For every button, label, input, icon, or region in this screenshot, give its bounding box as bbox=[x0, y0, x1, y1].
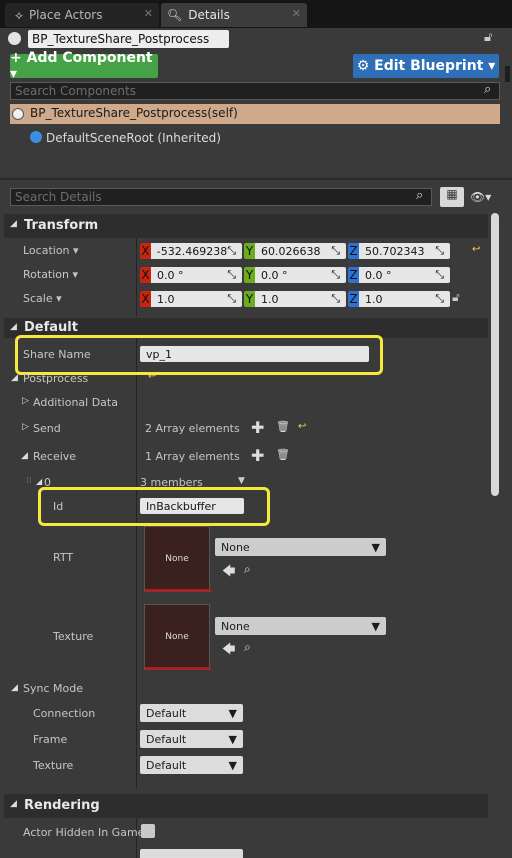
rtt-thumbnail[interactable]: None bbox=[144, 526, 211, 592]
share-name-label: Share Name bbox=[23, 348, 91, 361]
rtt-label: RTT bbox=[53, 551, 74, 564]
frame-label: Frame bbox=[33, 733, 68, 746]
browse-search-icon[interactable]: ⌕ bbox=[244, 562, 251, 577]
scale-label[interactable]: Scale ▾ bbox=[23, 292, 62, 305]
texture-label: Texture bbox=[53, 630, 94, 643]
trash-icon[interactable]: 🗑︎ bbox=[276, 420, 290, 433]
column-splitter[interactable] bbox=[136, 338, 137, 788]
chevron-down-icon: ◢ bbox=[10, 219, 17, 229]
scale-z-field[interactable]: Z 1.0 ⤡ bbox=[348, 291, 450, 307]
add-element-icon[interactable]: ✚ bbox=[251, 418, 264, 437]
lock-icon[interactable]: 🔓︎ bbox=[452, 290, 460, 305]
scale-x-field[interactable]: X 1.0 ⤡ bbox=[140, 291, 242, 307]
chevron-down-icon: ◢ bbox=[10, 322, 17, 332]
add-component-button[interactable]: + Add Component ▾ bbox=[10, 50, 158, 82]
chevron-right-icon[interactable]: ▷ bbox=[22, 422, 29, 432]
id-label: Id bbox=[53, 500, 64, 513]
trash-icon[interactable]: 🗑︎ bbox=[276, 448, 290, 461]
reset-to-default-icon[interactable]: ↩ bbox=[148, 371, 156, 382]
search-icon: 🔍︎ bbox=[167, 8, 183, 22]
texture-thumbnail[interactable]: None bbox=[144, 604, 211, 670]
details-panel bbox=[0, 28, 512, 858]
texture-sync-dropdown[interactable]: Default ▼ bbox=[140, 756, 243, 774]
connection-dropdown[interactable]: Default ▼ bbox=[140, 704, 243, 722]
property-matrix-icon[interactable]: ▦ bbox=[440, 187, 464, 207]
share-name-input[interactable]: vp_1 bbox=[140, 346, 369, 362]
rotation-y-field[interactable]: Y 0.0 ° ⤡ bbox=[244, 267, 346, 283]
drag-handle-icon[interactable]: ⁞⁞ bbox=[26, 476, 32, 486]
chevron-down-icon[interactable]: ◢ bbox=[36, 477, 42, 486]
search-icon: ⌕ bbox=[484, 82, 492, 97]
actor-hidden-label: Actor Hidden In Game bbox=[23, 826, 145, 839]
details-search-input[interactable]: Search Details bbox=[10, 188, 432, 206]
rotation-label[interactable]: Rotation ▾ bbox=[23, 268, 78, 281]
postprocess-label[interactable]: Postprocess bbox=[23, 372, 88, 385]
tab-details[interactable]: 🔍︎ Details ✕ bbox=[161, 3, 307, 27]
chevron-right-icon[interactable]: ▷ bbox=[22, 396, 29, 406]
additional-data-label[interactable]: Additional Data bbox=[33, 396, 118, 409]
location-x-field[interactable]: X -532.469238 ⤡ bbox=[140, 243, 242, 259]
scene-root-icon bbox=[30, 131, 42, 143]
tab-label: Place Actors bbox=[28, 8, 103, 22]
scrollbar[interactable] bbox=[491, 213, 499, 496]
connection-label: Connection bbox=[33, 707, 96, 720]
receive-label[interactable]: Receive bbox=[33, 450, 76, 463]
frame-dropdown[interactable]: Default ▼ bbox=[140, 730, 243, 748]
rotation-x-field[interactable]: X 0.0 ° ⤡ bbox=[140, 267, 242, 283]
eye-icon[interactable]: 👁︎▾ bbox=[470, 190, 491, 204]
id-input[interactable]: InBackbuffer bbox=[140, 498, 244, 514]
reset-to-default-icon[interactable]: ↩ bbox=[298, 421, 306, 432]
edit-blueprint-button[interactable]: ⚙ Edit Blueprint ▾ bbox=[353, 54, 499, 78]
location-z-field[interactable]: Z 50.702343 ⤡ bbox=[348, 243, 450, 259]
search-icon: ⌕ bbox=[416, 188, 424, 203]
chevron-down-icon: ◢ bbox=[10, 799, 17, 809]
actor-sphere-icon bbox=[8, 32, 21, 45]
component-root-item[interactable]: DefaultSceneRoot (Inherited) bbox=[46, 131, 221, 145]
location-label[interactable]: Location ▾ bbox=[23, 244, 79, 257]
send-count: 2 Array elements bbox=[145, 422, 240, 435]
sync-mode-label[interactable]: Sync Mode bbox=[23, 682, 83, 695]
send-label[interactable]: Send bbox=[33, 422, 61, 435]
browse-search-icon[interactable]: ⌕ bbox=[244, 640, 251, 655]
components-search-input[interactable]: Search Components bbox=[10, 82, 500, 100]
texture-sync-label: Texture bbox=[33, 759, 74, 772]
tab-place-actors[interactable]: ⟡ Place Actors ✕ bbox=[5, 3, 159, 27]
rotation-z-field[interactable]: Z 0.0 ° ⤡ bbox=[348, 267, 450, 283]
reset-to-default-icon[interactable]: ↩ bbox=[472, 244, 480, 255]
actor-hidden-checkbox[interactable] bbox=[141, 824, 155, 838]
section-transform[interactable]: Transform bbox=[4, 214, 488, 238]
dropdown-partial[interactable] bbox=[140, 849, 243, 858]
close-icon[interactable]: ✕ bbox=[292, 7, 301, 20]
chevron-down-icon[interactable]: ◢ bbox=[11, 373, 18, 383]
actor-sphere-icon bbox=[12, 108, 24, 120]
divider bbox=[0, 178, 512, 180]
chevron-down-icon[interactable]: ▼ bbox=[238, 476, 245, 486]
chevron-down-icon[interactable]: ◢ bbox=[21, 451, 28, 461]
use-selected-arrow-icon[interactable]: 🡄 bbox=[222, 640, 235, 662]
close-icon[interactable]: ✕ bbox=[144, 7, 153, 20]
add-element-icon[interactable]: ✚ bbox=[251, 446, 264, 465]
receive-count: 1 Array elements bbox=[145, 450, 240, 463]
texture-asset-combo[interactable]: None ▼ bbox=[215, 617, 386, 635]
use-selected-arrow-icon[interactable]: 🡄 bbox=[222, 562, 235, 584]
panel-edge bbox=[505, 66, 510, 82]
chevron-down-icon[interactable]: ◢ bbox=[11, 683, 18, 693]
tab-label: Details bbox=[188, 8, 230, 22]
lock-icon[interactable]: 🔓︎ bbox=[484, 30, 492, 45]
actor-name-field[interactable]: BP_TextureShare_Postprocess bbox=[28, 30, 229, 48]
column-splitter[interactable] bbox=[136, 238, 137, 316]
place-actors-icon: ⟡ bbox=[15, 7, 23, 22]
scale-y-field[interactable]: Y 1.0 ⤡ bbox=[244, 291, 346, 307]
location-y-field[interactable]: Y 60.026638 ⤡ bbox=[244, 243, 346, 259]
rtt-asset-combo[interactable]: None ▼ bbox=[215, 538, 386, 556]
section-rendering[interactable]: Rendering bbox=[4, 794, 488, 818]
component-self-item[interactable]: BP_TextureShare_Postprocess(self) bbox=[10, 104, 500, 124]
